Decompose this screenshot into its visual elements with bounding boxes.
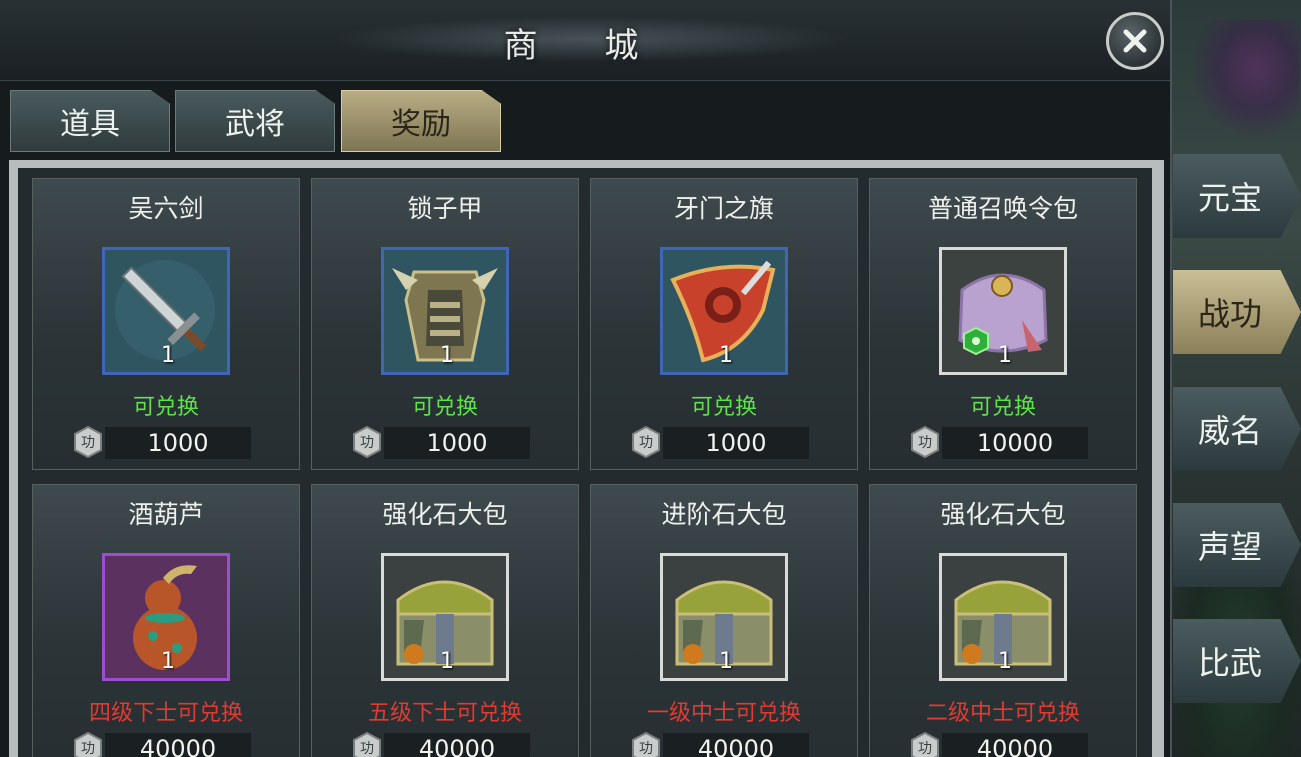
item-quantity: 1 (719, 649, 733, 674)
item-icon-frame[interactable]: 1 (102, 553, 230, 681)
svg-text:功: 功 (639, 741, 653, 757)
tab-items[interactable]: 道具 (10, 90, 170, 152)
side-tab-prestige[interactable]: 威名 (1173, 387, 1301, 471)
item-name: 牙门之旗 (673, 194, 774, 223)
merit-coin-icon: 功 (911, 731, 939, 757)
item-quantity: 1 (440, 649, 454, 674)
item-name: 酒葫芦 (128, 500, 204, 529)
exchange-status: 四级下士可兑换 (88, 701, 243, 726)
title-bar: 商 城 (0, 0, 1170, 81)
tab-rewards[interactable]: 奖励 (341, 90, 501, 152)
svg-text:功: 功 (360, 435, 374, 451)
item-name: 强化石大包 (382, 500, 508, 529)
item-quantity: 1 (161, 649, 175, 674)
exchange-status: 可兑换 (132, 395, 199, 420)
item-icon-frame[interactable]: 1 (381, 553, 509, 681)
side-tab-yuanbao[interactable]: 元宝 (1173, 154, 1301, 238)
merit-coin-icon: 功 (353, 731, 381, 757)
side-tab-reputation[interactable]: 声望 (1173, 503, 1301, 587)
item-price: 1000 (663, 427, 809, 459)
background-tree (1190, 20, 1300, 140)
item-name: 进阶石大包 (661, 500, 787, 529)
shop-panel: 商 城 道具 武将 奖励 吴六剑 1 可兑换功 1000 锁子甲 1 可兑换功 1000 牙门之… (0, 0, 1172, 757)
item-name: 吴六剑 (128, 194, 204, 223)
merit-coin-icon: 功 (632, 731, 660, 757)
exchange-status: 可兑换 (411, 395, 478, 420)
item-icon-frame[interactable]: 1 (381, 247, 509, 375)
shop-item-card[interactable]: 强化石大包 1 五级下士可兑换功 40000 (311, 484, 579, 757)
item-price: 40000 (663, 733, 809, 757)
svg-text:功: 功 (360, 741, 374, 757)
item-price: 1000 (105, 427, 251, 459)
item-icon-frame[interactable]: 1 (660, 247, 788, 375)
item-price: 10000 (942, 427, 1088, 459)
item-icon-frame[interactable]: 1 (660, 553, 788, 681)
shop-item-card[interactable]: 进阶石大包 1 一级中士可兑换功 40000 (590, 484, 858, 757)
item-name: 普通召唤令包 (927, 194, 1078, 223)
exchange-status: 可兑换 (969, 395, 1036, 420)
item-price: 40000 (942, 733, 1088, 757)
svg-text:功: 功 (918, 435, 932, 451)
shop-item-card[interactable]: 强化石大包 1 二级中士可兑换功 40000 (869, 484, 1137, 757)
item-price: 40000 (384, 733, 530, 757)
exchange-status: 可兑换 (690, 395, 757, 420)
merit-coin-icon: 功 (353, 425, 381, 459)
merit-coin-icon: 功 (74, 731, 102, 757)
item-price: 40000 (105, 733, 251, 757)
merit-coin-icon: 功 (911, 425, 939, 459)
shop-item-card[interactable]: 普通召唤令包 1 可兑换功 10000 (869, 178, 1137, 470)
tab-generals[interactable]: 武将 (175, 90, 335, 152)
shop-item-card[interactable]: 吴六剑 1 可兑换功 1000 (32, 178, 300, 470)
exchange-status: 二级中士可兑换 (925, 701, 1080, 726)
item-quantity: 1 (998, 343, 1012, 368)
item-name: 强化石大包 (940, 500, 1066, 529)
item-icon-frame[interactable]: 1 (939, 553, 1067, 681)
shop-item-card[interactable]: 锁子甲 1 可兑换功 1000 (311, 178, 579, 470)
close-button[interactable] (1106, 12, 1164, 70)
svg-text:功: 功 (918, 741, 932, 757)
exchange-status: 一级中士可兑换 (646, 701, 801, 726)
item-quantity: 1 (719, 343, 733, 368)
item-grid[interactable]: 吴六剑 1 可兑换功 1000 锁子甲 1 可兑换功 1000 牙门之旗 1 可兑换功 1000 普通召… (18, 168, 1152, 757)
item-name: 锁子甲 (407, 194, 483, 223)
merit-coin-icon: 功 (632, 425, 660, 459)
svg-text:功: 功 (81, 435, 95, 451)
item-quantity: 1 (161, 343, 175, 368)
item-icon-frame[interactable]: 1 (102, 247, 230, 375)
exchange-status: 五级下士可兑换 (367, 701, 522, 726)
svg-text:功: 功 (81, 741, 95, 757)
item-quantity: 1 (440, 343, 454, 368)
merit-coin-icon: 功 (74, 425, 102, 459)
side-tab-duel[interactable]: 比武 (1173, 619, 1301, 703)
close-icon (1123, 29, 1147, 53)
svg-text:功: 功 (639, 435, 653, 451)
shop-item-card[interactable]: 酒葫芦 1 四级下士可兑换功 40000 (32, 484, 300, 757)
side-tab-merit[interactable]: 战功 (1173, 270, 1301, 354)
page-title: 商 城 (503, 26, 667, 66)
item-quantity: 1 (998, 649, 1012, 674)
shop-item-card[interactable]: 牙门之旗 1 可兑换功 1000 (590, 178, 858, 470)
item-icon-frame[interactable]: 1 (939, 247, 1067, 375)
item-price: 1000 (384, 427, 530, 459)
